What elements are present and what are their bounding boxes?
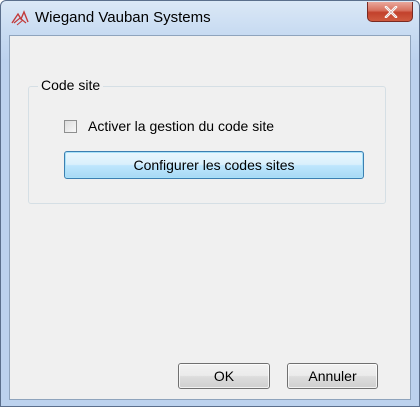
vauban-logo-icon	[11, 9, 29, 27]
enable-site-code-checkbox-row[interactable]: Activer la gestion du code site	[64, 117, 274, 135]
title-bar[interactable]: Wiegand Vauban Systems	[1, 1, 419, 35]
configure-site-codes-label: Configurer les codes sites	[133, 157, 295, 173]
enable-site-code-label[interactable]: Activer la gestion du code site	[88, 118, 274, 134]
close-button[interactable]	[367, 2, 413, 22]
close-icon	[384, 6, 398, 18]
cancel-button[interactable]: Annuler	[287, 363, 378, 389]
enable-site-code-checkbox[interactable]	[64, 119, 77, 133]
cancel-button-label: Annuler	[308, 368, 357, 384]
window-title: Wiegand Vauban Systems	[35, 9, 211, 26]
groupbox-title: Code site	[38, 77, 104, 93]
ok-button-label: OK	[213, 368, 235, 384]
code-site-groupbox	[28, 86, 386, 204]
configure-site-codes-button[interactable]: Configurer les codes sites	[64, 151, 364, 179]
ok-button[interactable]: OK	[178, 363, 270, 389]
